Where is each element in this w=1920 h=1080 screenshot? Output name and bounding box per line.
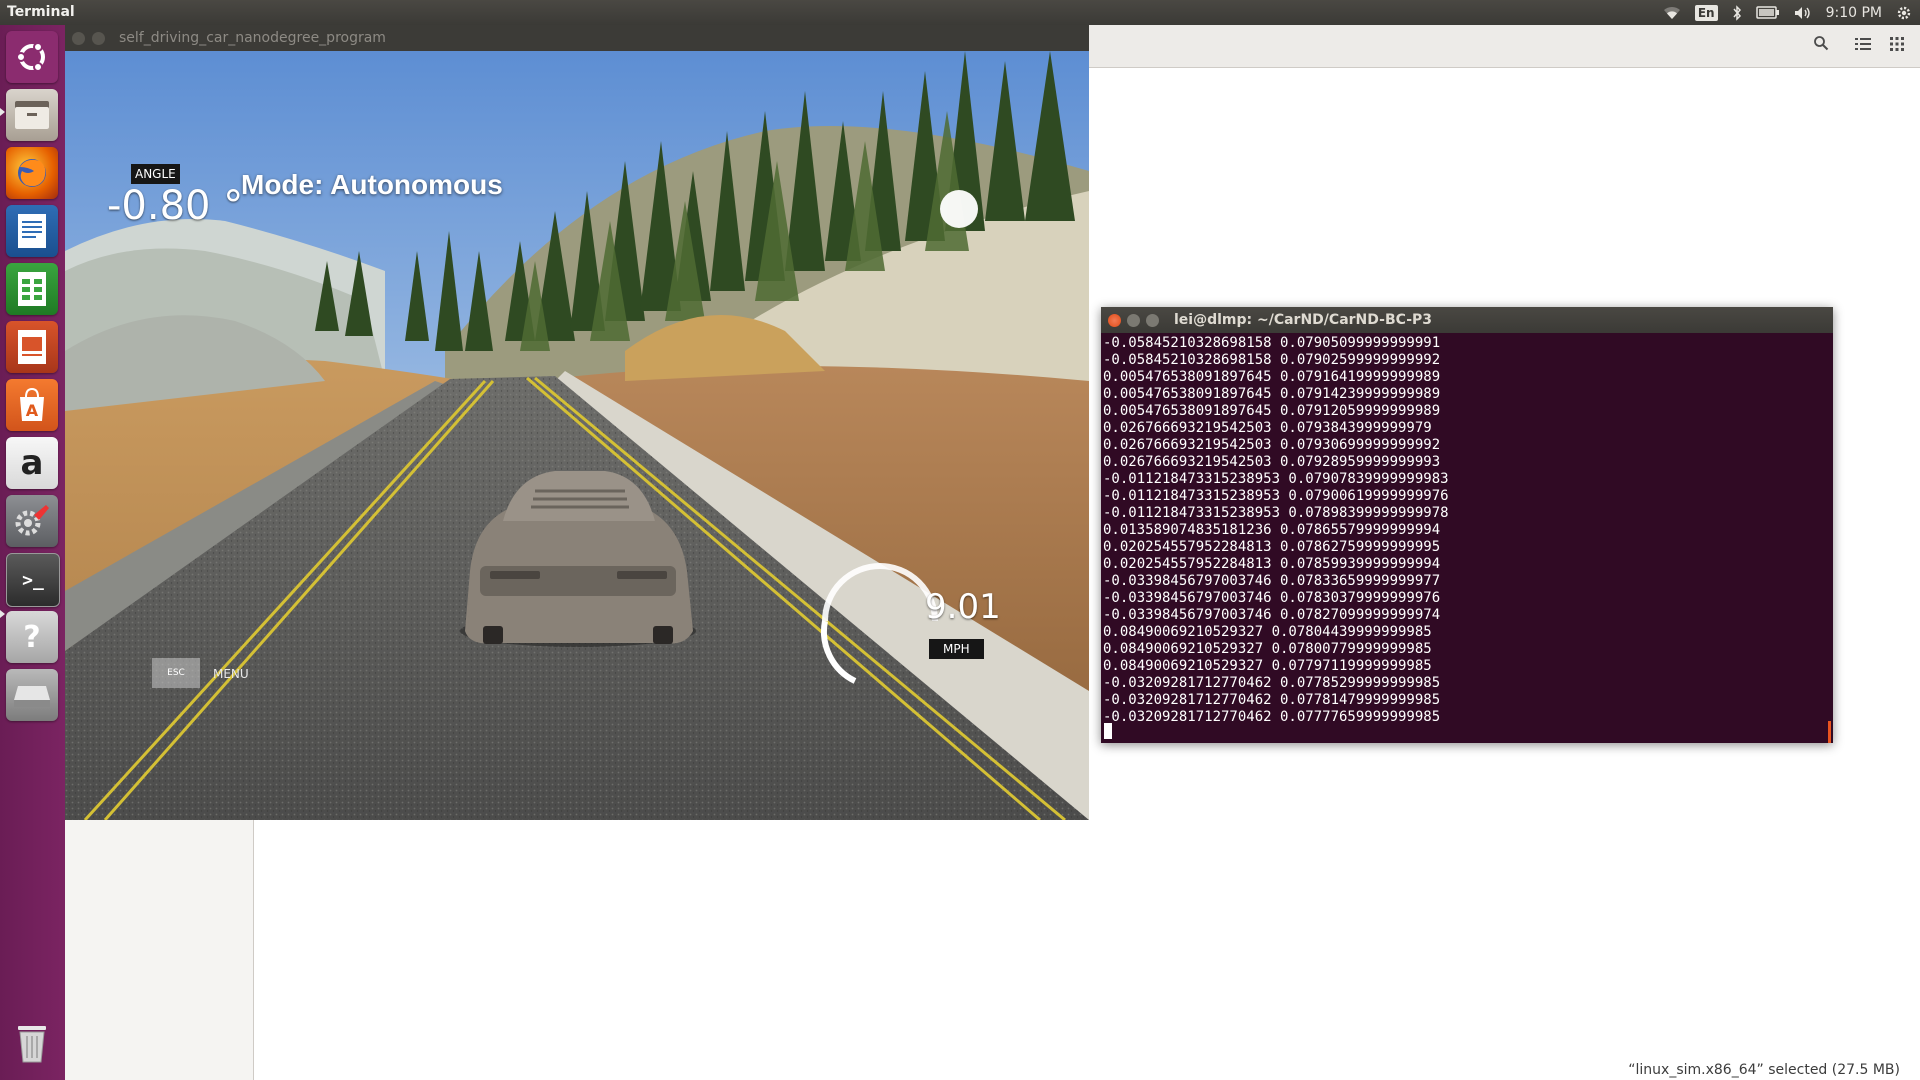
terminal-title: lei@dlmp: ~/CarND/CarND-BC-P3 bbox=[1174, 312, 1433, 328]
menu-label[interactable]: MENU bbox=[213, 667, 249, 681]
terminal-line: -0.03209281712770462 0.07785299999999985 bbox=[1103, 675, 1441, 691]
terminal-titlebar[interactable]: lei@dlmp: ~/CarND/CarND-BC-P3 bbox=[1101, 307, 1833, 333]
terminal-line: 0.020254557952284813 0.07859939999999994 bbox=[1103, 556, 1441, 572]
files-icon[interactable] bbox=[6, 89, 58, 141]
minimize-button[interactable] bbox=[92, 32, 105, 45]
close-button[interactable] bbox=[1108, 314, 1121, 327]
terminal-line: -0.011218473315238953 0.0790061999999997… bbox=[1103, 488, 1449, 504]
minimize-button[interactable] bbox=[1127, 314, 1140, 327]
terminal-line: -0.03209281712770462 0.07781479999999985 bbox=[1103, 692, 1441, 708]
terminal-line: -0.03209281712770462 0.07777659999999985 bbox=[1103, 709, 1441, 725]
text-cursor bbox=[1104, 723, 1112, 739]
terminal-line: 0.026766693219542503 0.0793843999999979 bbox=[1103, 420, 1432, 436]
terminal-icon[interactable]: >_ bbox=[6, 553, 60, 607]
clock[interactable]: 9:10 PM bbox=[1826, 5, 1882, 21]
file-manager-toolbar bbox=[1088, 25, 1920, 68]
terminal-lines: -0.05845210328698158 0.07905099999999991… bbox=[1103, 335, 1449, 726]
running-indicator bbox=[0, 610, 5, 618]
simulator-window-title: self_driving_car_nanodegree_program bbox=[119, 30, 386, 46]
maximize-button[interactable] bbox=[1146, 314, 1159, 327]
writer-icon[interactable] bbox=[6, 205, 58, 257]
running-indicator bbox=[0, 108, 5, 116]
speed-readout: 9.01 bbox=[925, 587, 1001, 627]
terminal-line: -0.011218473315238953 0.0790783999999998… bbox=[1103, 471, 1449, 487]
svg-text:A: A bbox=[26, 401, 39, 420]
top-panel: Terminal En 9:10 PM bbox=[0, 0, 1920, 25]
esc-key-button[interactable]: ESC bbox=[152, 658, 200, 688]
calc-icon[interactable] bbox=[6, 263, 58, 315]
keyboard-layout-indicator[interactable]: En bbox=[1694, 4, 1718, 21]
speed-unit-label: MPH bbox=[929, 639, 984, 659]
driving-scene bbox=[65, 51, 1089, 820]
simulator-viewport[interactable]: ANGLE -0.80 ° Mode: Autonomous 9.01 MPH … bbox=[65, 51, 1089, 820]
terminal-line: 0.020254557952284813 0.07862759999999995 bbox=[1103, 539, 1441, 555]
driving-mode-label: Mode: Autonomous bbox=[241, 169, 503, 200]
terminal-line: -0.03398456797003746 0.07833659999999977 bbox=[1103, 573, 1441, 589]
trash-icon[interactable] bbox=[6, 1018, 58, 1070]
terminal-line: -0.03398456797003746 0.07830379999999976 bbox=[1103, 590, 1441, 606]
battery-icon[interactable] bbox=[1755, 6, 1780, 19]
impress-icon[interactable] bbox=[6, 321, 58, 373]
dash-ubuntu-logo-icon[interactable] bbox=[6, 31, 58, 83]
list-view-icon[interactable] bbox=[1850, 33, 1876, 59]
terminal-line: 0.026766693219542503 0.07930699999999992 bbox=[1103, 437, 1441, 453]
system-gear-icon[interactable] bbox=[1896, 5, 1912, 21]
terminal-line: 0.08490069210529327 0.07804439999999985 bbox=[1103, 624, 1432, 640]
software-center-icon[interactable]: A bbox=[6, 379, 58, 431]
terminal-line: -0.011218473315238953 0.0789839999999997… bbox=[1103, 505, 1449, 521]
amazon-icon[interactable]: a bbox=[6, 437, 58, 489]
terminal-line: 0.005476538091897645 0.07912059999999989 bbox=[1103, 403, 1441, 419]
terminal-line: 0.005476538091897645 0.07914239999999989 bbox=[1103, 386, 1441, 402]
simulator-titlebar[interactable]: self_driving_car_nanodegree_program bbox=[65, 25, 1089, 51]
active-app-title: Terminal bbox=[7, 4, 75, 20]
steering-angle-readout: -0.80 ° bbox=[107, 183, 244, 229]
terminal-line: -0.05845210328698158 0.07905099999999991 bbox=[1103, 335, 1441, 351]
terminal-line: 0.08490069210529327 0.07800779999999985 bbox=[1103, 641, 1432, 657]
terminal-line: -0.05845210328698158 0.07902599999999992 bbox=[1103, 352, 1441, 368]
network-wifi-icon[interactable] bbox=[1663, 6, 1681, 20]
help-icon[interactable]: ? bbox=[6, 611, 58, 663]
terminal-line: -0.03398456797003746 0.07827099999999974 bbox=[1103, 607, 1441, 623]
terminal-line: 0.08490069210529327 0.07797119999999985 bbox=[1103, 658, 1432, 674]
grid-menu-icon[interactable] bbox=[1884, 33, 1910, 59]
firefox-icon[interactable] bbox=[6, 147, 58, 199]
drive-icon[interactable] bbox=[6, 669, 58, 721]
terminal-line: 0.013589074835181236 0.07865579999999994 bbox=[1103, 522, 1441, 538]
file-selection-status: “linux_sim.x86_64” selected (27.5 MB) bbox=[1628, 1062, 1900, 1078]
search-icon[interactable] bbox=[1808, 33, 1834, 59]
launcher: A a >_ ? bbox=[0, 25, 66, 1080]
bluetooth-icon[interactable] bbox=[1732, 4, 1742, 21]
terminal-line: 0.005476538091897645 0.07916419999999989 bbox=[1103, 369, 1441, 385]
close-button[interactable] bbox=[72, 32, 85, 45]
settings-icon[interactable] bbox=[6, 495, 58, 547]
indicator-area: En 9:10 PM bbox=[1663, 0, 1912, 25]
terminal-window[interactable]: lei@dlmp: ~/CarND/CarND-BC-P3 -0.0584521… bbox=[1101, 307, 1833, 743]
terminal-output[interactable]: -0.05845210328698158 0.07905099999999991… bbox=[1101, 333, 1833, 743]
scroll-indicator[interactable] bbox=[1828, 721, 1831, 743]
file-manager-sidebar bbox=[65, 820, 254, 1080]
terminal-line: 0.026766693219542503 0.07928959999999993 bbox=[1103, 454, 1441, 470]
volume-icon[interactable] bbox=[1794, 6, 1812, 20]
angle-label: ANGLE bbox=[131, 164, 180, 184]
